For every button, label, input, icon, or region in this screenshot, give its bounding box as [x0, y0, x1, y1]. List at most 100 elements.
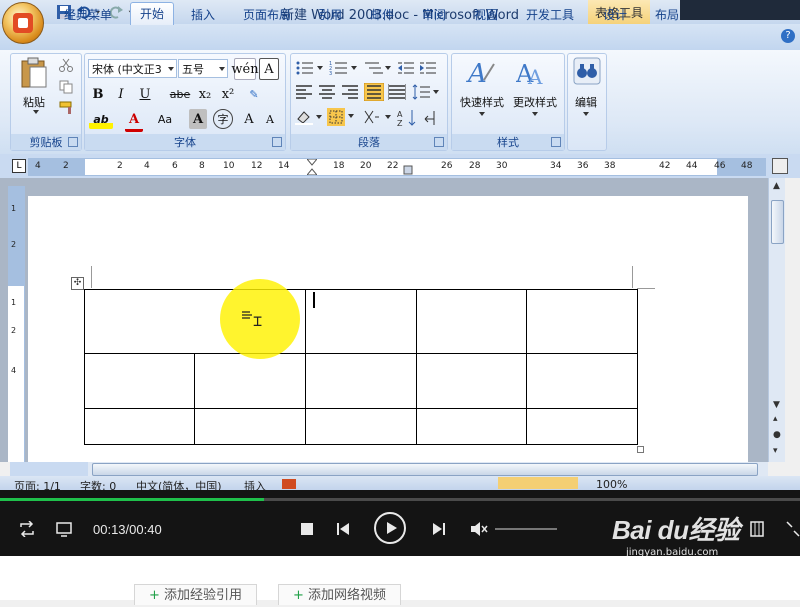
- font-launcher-icon[interactable]: [272, 137, 282, 147]
- tab-mailings[interactable]: 邮件: [370, 4, 394, 26]
- table-resize-handle[interactable]: [637, 446, 644, 453]
- tab-references[interactable]: 引用: [318, 4, 342, 26]
- subscript-button[interactable]: x₂: [195, 84, 215, 104]
- mute-icon[interactable]: [470, 521, 488, 537]
- tab-page-layout[interactable]: 页面布局: [243, 4, 291, 26]
- bullets-icon[interactable]: [295, 60, 325, 76]
- tab-design[interactable]: 设计: [603, 4, 627, 26]
- next-icon[interactable]: [432, 522, 446, 536]
- paste-dropdown-icon[interactable]: [33, 110, 39, 114]
- stop-icon[interactable]: [300, 522, 314, 536]
- format-painter-icon[interactable]: [59, 101, 75, 115]
- cut-icon[interactable]: [59, 58, 73, 72]
- chinese-layout-icon[interactable]: [363, 109, 393, 125]
- tab-layout[interactable]: 布局: [655, 4, 679, 26]
- italic-button[interactable]: I: [112, 84, 130, 104]
- decrease-indent-icon[interactable]: [397, 60, 415, 76]
- playlist-icon[interactable]: [750, 521, 764, 537]
- tab-home[interactable]: 开始: [130, 2, 175, 25]
- quick-styles-label[interactable]: 快速样式: [454, 94, 510, 110]
- multilevel-list-icon[interactable]: [363, 60, 393, 76]
- add-web-video-button[interactable]: + 添加网络视频: [278, 584, 402, 605]
- view-buttons[interactable]: [498, 477, 578, 489]
- char-border-button[interactable]: A: [259, 58, 279, 80]
- shading-icon[interactable]: [295, 109, 323, 125]
- fullscreen-icon[interactable]: [786, 521, 800, 537]
- copy-icon[interactable]: [59, 80, 73, 94]
- horizontal-scroll-thumb[interactable]: [92, 463, 758, 476]
- tab-developer[interactable]: 开发工具: [526, 4, 574, 26]
- change-styles-icon[interactable]: AA: [516, 58, 548, 88]
- vertical-scrollbar[interactable]: ▲ ▼ ▴ ● ▾: [768, 178, 785, 462]
- numbering-icon[interactable]: 123: [329, 60, 359, 76]
- vertical-scroll-thumb[interactable]: [771, 200, 784, 244]
- sort-icon[interactable]: AZ: [397, 109, 417, 127]
- change-styles-dropdown-icon[interactable]: [532, 112, 538, 116]
- paste-label[interactable]: 粘贴: [17, 94, 51, 110]
- tab-classic-menu[interactable]: 经典菜单: [64, 4, 112, 26]
- font-size-combo[interactable]: 五号: [178, 59, 228, 78]
- shrink-font-button[interactable]: A: [261, 109, 279, 129]
- horizontal-scrollbar[interactable]: [88, 462, 768, 476]
- clear-formatting-button[interactable]: ✎: [243, 84, 265, 104]
- editing-label[interactable]: 编辑: [568, 94, 604, 110]
- window-controls[interactable]: [680, 0, 800, 20]
- tab-view[interactable]: 视图: [474, 4, 498, 26]
- select-browse-object-icon[interactable]: ●: [773, 430, 781, 440]
- text-highlight-button[interactable]: ab: [89, 109, 113, 129]
- bold-button[interactable]: B: [89, 84, 107, 104]
- paragraph-launcher-icon[interactable]: [434, 137, 444, 147]
- superscript-button[interactable]: x²: [218, 84, 238, 104]
- status-language[interactable]: 中文(简体，中国): [136, 478, 222, 490]
- quick-styles-icon[interactable]: A: [466, 58, 496, 88]
- view-ruler-icon[interactable]: [772, 158, 788, 174]
- strikethrough-button[interactable]: abe: [169, 84, 191, 104]
- grow-font-button[interactable]: A: [240, 109, 258, 129]
- play-icon[interactable]: [374, 512, 406, 544]
- loop-icon[interactable]: [18, 521, 36, 537]
- tab-review[interactable]: 审阅: [422, 4, 446, 26]
- binoculars-icon[interactable]: [573, 57, 601, 85]
- indent-marker-icon[interactable]: [307, 159, 317, 175]
- editing-dropdown-icon[interactable]: [583, 112, 589, 116]
- horizontal-ruler[interactable]: 4 2 2 4 6 8 10 12 14 18 20 22 26 28 30 3…: [28, 158, 766, 176]
- enclose-char-button[interactable]: 字: [213, 109, 233, 129]
- font-name-combo[interactable]: 宋体 (中文正3: [88, 59, 177, 78]
- align-right-icon[interactable]: [341, 84, 359, 100]
- previous-icon[interactable]: [336, 522, 350, 536]
- borders-icon[interactable]: [327, 108, 355, 126]
- change-case-button[interactable]: Aa: [153, 109, 177, 129]
- show-marks-icon[interactable]: [423, 109, 439, 127]
- document-page[interactable]: [28, 196, 748, 462]
- increase-indent-icon[interactable]: [419, 60, 437, 76]
- help-icon[interactable]: ?: [781, 29, 795, 43]
- office-button[interactable]: [2, 2, 44, 44]
- scroll-down-icon[interactable]: ▼: [773, 400, 780, 410]
- status-words[interactable]: 字数: 0: [80, 478, 116, 490]
- phonetic-guide-button[interactable]: wén: [231, 58, 259, 80]
- underline-button[interactable]: U: [136, 84, 154, 104]
- table-move-handle-icon[interactable]: ✣: [71, 277, 84, 290]
- status-mode[interactable]: 插入: [244, 478, 266, 490]
- justify-icon[interactable]: [364, 83, 384, 101]
- add-experience-ref-button[interactable]: + 添加经验引用: [134, 584, 258, 605]
- screen-mode-icon[interactable]: [56, 521, 72, 537]
- distributed-icon[interactable]: [388, 84, 406, 100]
- clipboard-launcher-icon[interactable]: [68, 137, 78, 147]
- column-marker-icon[interactable]: [403, 165, 413, 175]
- line-spacing-icon[interactable]: [412, 84, 440, 100]
- font-color-button[interactable]: A: [125, 109, 143, 132]
- status-page[interactable]: 页面: 1/1: [14, 478, 61, 490]
- paste-icon[interactable]: [19, 57, 49, 89]
- next-page-icon[interactable]: ▾: [773, 446, 778, 456]
- align-left-icon[interactable]: [295, 84, 313, 100]
- quick-styles-dropdown-icon[interactable]: [479, 112, 485, 116]
- prev-page-icon[interactable]: ▴: [773, 414, 778, 424]
- scroll-up-icon[interactable]: ▲: [773, 181, 780, 191]
- status-zoom[interactable]: 100%: [596, 478, 627, 490]
- tab-stop-selector[interactable]: L: [12, 159, 26, 173]
- change-styles-label[interactable]: 更改样式: [508, 94, 562, 110]
- vertical-ruler[interactable]: 1 2 1 2 4: [8, 186, 25, 462]
- styles-launcher-icon[interactable]: [551, 137, 561, 147]
- char-shading-button[interactable]: A: [189, 109, 207, 129]
